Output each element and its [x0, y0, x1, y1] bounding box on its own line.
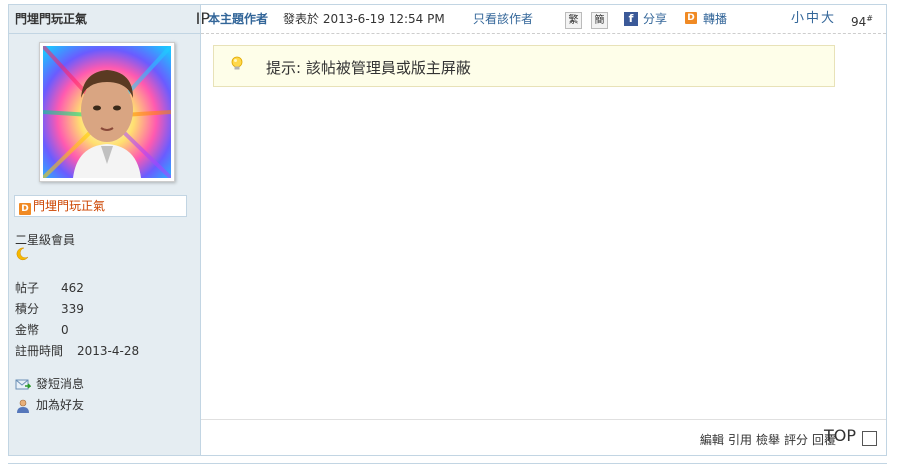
share-link[interactable]: 分享 [643, 5, 667, 33]
post-header: 本主題作者 發表於 2013-6-19 12:54 PM 只看該作者 繁 簡 f… [201, 5, 886, 34]
author-name-link[interactable]: D 門埋門玩正氣 [14, 195, 187, 217]
thread-author-label: 本主題作者 [208, 12, 269, 26]
crescent-moon-icon [15, 247, 29, 265]
divider [8, 463, 887, 464]
author-stats: 帖子 462 積分 339 金幣 0 註冊時間 2013-4-28 [15, 278, 139, 362]
stat-label: 積分 [15, 302, 40, 316]
stat-coins: 金幣 0 [15, 320, 139, 341]
author-actions: 發短消息 加為好友 [15, 374, 84, 416]
stat-value[interactable]: 462 [61, 278, 84, 299]
avatar-image [43, 46, 171, 178]
only-author-link[interactable]: 只看該作者 [473, 5, 533, 33]
stat-value: 2013-4-28 [77, 344, 140, 358]
stat-posts: 帖子 462 [15, 278, 139, 299]
avatar[interactable] [39, 42, 175, 182]
traditional-button[interactable]: 繁 [565, 12, 582, 29]
facebook-icon[interactable]: f [624, 12, 638, 26]
post-container: 門埋門玩正氣 IP D 門埋門玩正氣 二星級會員 帖子 462 積分 339 金… [8, 4, 887, 456]
blocked-notice: 提示: 該帖被管理員或版主屏蔽 [213, 45, 835, 87]
d-badge-icon: D [19, 203, 31, 215]
d-badge-icon: D [685, 12, 697, 24]
stat-label: 註冊時間 [15, 344, 64, 358]
rate-link[interactable]: 評分 [784, 433, 808, 447]
floor-hash: # [866, 14, 873, 23]
floor-number[interactable]: 94# [851, 5, 873, 36]
author-header: 門埋門玩正氣 IP [9, 5, 210, 34]
message-icon [15, 378, 32, 392]
report-link[interactable]: 檢舉 [756, 433, 780, 447]
stat-value[interactable]: 339 [61, 299, 84, 320]
author-name: 門埋門玩正氣 [33, 199, 106, 213]
stat-register-date: 註冊時間 2013-4-28 [15, 341, 139, 362]
select-checkbox[interactable] [862, 431, 877, 446]
add-friend-link[interactable]: 加為好友 [15, 395, 84, 416]
add-friend-label: 加為好友 [36, 398, 85, 412]
quote-link[interactable]: 引用 [728, 433, 752, 447]
simplified-button[interactable]: 簡 [591, 12, 608, 29]
stat-label: 帖子 [15, 281, 40, 295]
floor-value: 94 [851, 15, 867, 29]
stat-points: 積分 339 [15, 299, 139, 320]
post-main: 本主題作者 發表於 2013-6-19 12:54 PM 只看該作者 繁 簡 f… [201, 5, 886, 455]
stat-label: 金幣 [15, 323, 40, 337]
send-message-label: 發短消息 [36, 377, 85, 391]
post-footer: 編輯 引用 檢舉 評分 回覆 TOP [201, 419, 886, 455]
notice-text: 提示: 該帖被管理員或版主屏蔽 [266, 59, 471, 77]
author-rank: 二星級會員 [15, 233, 76, 247]
stat-value: 0 [61, 323, 69, 337]
post-timestamp: 發表於 2013-6-19 12:54 PM [283, 12, 445, 26]
add-friend-icon [15, 399, 31, 413]
author-username[interactable]: 門埋門玩正氣 [15, 12, 87, 26]
post-actions: 編輯 引用 檢舉 評分 回覆 [696, 431, 836, 448]
author-sidebar: 門埋門玩正氣 IP D 門埋門玩正氣 二星級會員 帖子 462 積分 339 金… [9, 5, 210, 455]
lightbulb-icon [231, 56, 243, 75]
top-link[interactable]: TOP [824, 426, 856, 445]
edit-link[interactable]: 編輯 [700, 433, 724, 447]
repost-link[interactable]: 轉播 [703, 5, 727, 33]
font-size-links[interactable]: 小中大 [791, 5, 836, 33]
send-message-link[interactable]: 發短消息 [15, 374, 84, 395]
